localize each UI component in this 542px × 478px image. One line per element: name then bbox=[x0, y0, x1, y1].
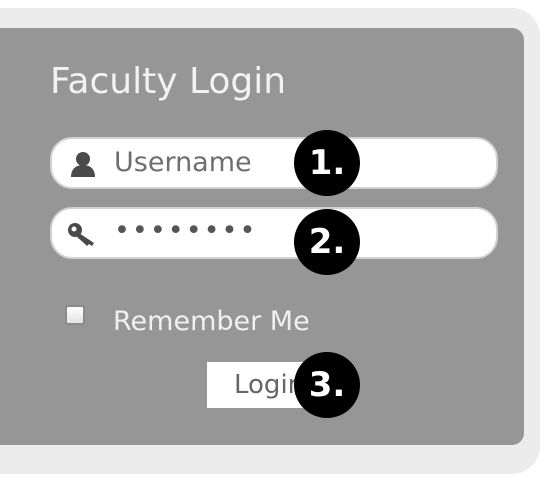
annotation-marker-3: 3. bbox=[294, 352, 360, 418]
remember-me-checkbox[interactable] bbox=[65, 305, 85, 325]
page: Faculty Login Username •••••••• Remember… bbox=[0, 0, 542, 478]
username-placeholder: Username bbox=[114, 147, 252, 178]
panel-title: Faculty Login bbox=[50, 61, 287, 102]
remember-me-label: Remember Me bbox=[113, 306, 310, 337]
username-field[interactable]: Username bbox=[50, 137, 498, 189]
annotation-marker-1: 1. bbox=[294, 130, 360, 196]
user-icon bbox=[66, 151, 100, 177]
key-icon bbox=[66, 221, 100, 247]
annotation-marker-2: 2. bbox=[294, 209, 360, 275]
password-value: •••••••• bbox=[114, 215, 258, 246]
password-field[interactable]: •••••••• bbox=[50, 207, 498, 259]
